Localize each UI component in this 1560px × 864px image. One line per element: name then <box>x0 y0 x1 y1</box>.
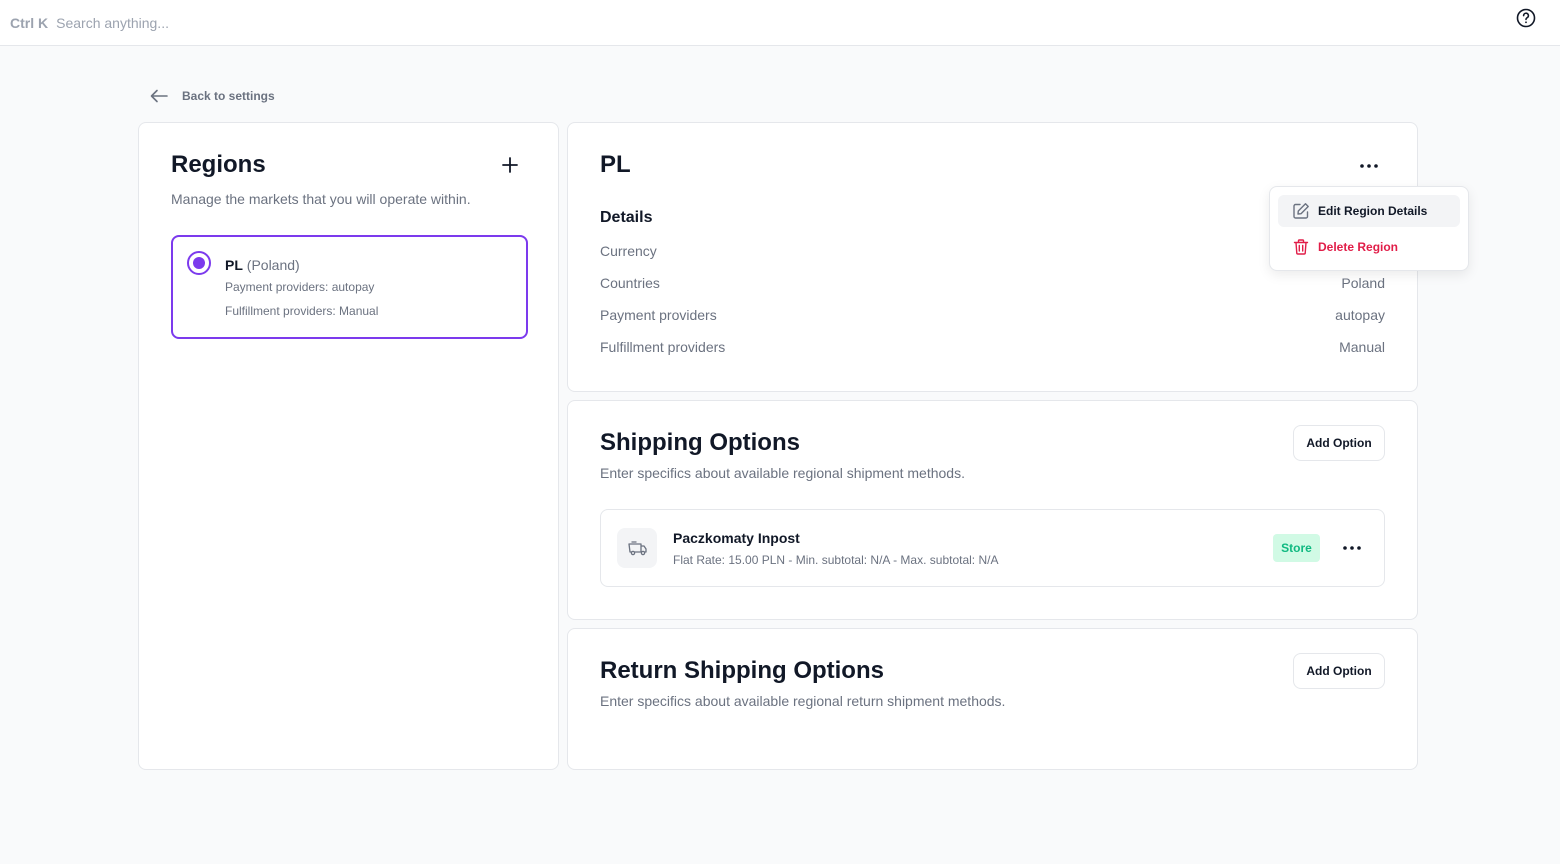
detail-value: autopay <box>1335 307 1385 323</box>
detail-value: Manual <box>1339 339 1385 355</box>
shipping-option-name: Paczkomaty Inpost <box>673 530 800 546</box>
return-shipping-options-title: Return Shipping Options <box>600 657 884 684</box>
regions-title: Regions <box>171 151 266 178</box>
shipping-options-subtitle: Enter specifics about available regional… <box>600 465 965 481</box>
truck-icon <box>617 528 657 568</box>
delete-region-label: Delete Region <box>1318 240 1399 254</box>
shipping-option-item: Paczkomaty Inpost Flat Rate: 15.00 PLN -… <box>600 509 1385 587</box>
shipping-option-more-button[interactable] <box>1341 541 1363 555</box>
edit-icon <box>1293 203 1309 219</box>
shipping-option-description: Flat Rate: 15.00 PLN - Min. subtotal: N/… <box>673 553 999 567</box>
detail-label: Payment providers <box>600 307 717 323</box>
details-heading: Details <box>600 209 653 226</box>
top-bar: Ctrl K <box>0 0 1560 46</box>
help-icon[interactable] <box>1516 8 1536 28</box>
region-code: PL <box>225 257 243 273</box>
regions-panel: Regions Manage the markets that you will… <box>138 122 559 770</box>
shipping-options-title: Shipping Options <box>600 429 800 456</box>
region-name: PL (Poland) <box>225 257 300 273</box>
region-detail-title: PL <box>600 151 631 178</box>
region-actions-menu: Edit Region Details Delete Region <box>1269 186 1469 271</box>
shipping-options-panel: Shipping Options Enter specifics about a… <box>567 400 1418 620</box>
add-region-button[interactable] <box>501 156 519 174</box>
detail-label: Currency <box>600 243 657 259</box>
delete-region-item[interactable]: Delete Region <box>1278 231 1460 263</box>
add-return-option-button[interactable]: Add Option <box>1293 653 1385 689</box>
detail-label: Countries <box>600 275 660 291</box>
store-badge: Store <box>1273 534 1320 562</box>
return-shipping-options-panel: Return Shipping Options Enter specifics … <box>567 628 1418 770</box>
arrow-left-icon <box>150 89 168 103</box>
detail-label: Fulfillment providers <box>600 339 726 355</box>
region-item-pl[interactable]: PL (Poland) Payment providers: autopay F… <box>171 235 528 339</box>
regions-subtitle: Manage the markets that you will operate… <box>171 191 471 207</box>
region-country: (Poland) <box>246 257 300 273</box>
back-to-settings-link[interactable]: Back to settings <box>150 86 275 106</box>
search-input[interactable] <box>56 14 457 31</box>
back-link-label: Back to settings <box>182 89 275 103</box>
edit-region-details-item[interactable]: Edit Region Details <box>1278 195 1460 227</box>
detail-value: Poland <box>1341 275 1385 291</box>
region-fulfillment-providers: Fulfillment providers: Manual <box>225 304 379 318</box>
edit-region-details-label: Edit Region Details <box>1318 204 1428 218</box>
region-more-button[interactable] <box>1358 159 1380 173</box>
region-radio[interactable] <box>187 251 211 275</box>
region-payment-providers: Payment providers: autopay <box>225 280 375 294</box>
return-shipping-options-subtitle: Enter specifics about available regional… <box>600 693 1006 709</box>
search-shortcut: Ctrl K <box>10 14 49 31</box>
add-shipping-option-button[interactable]: Add Option <box>1293 425 1385 461</box>
trash-icon <box>1293 239 1309 255</box>
